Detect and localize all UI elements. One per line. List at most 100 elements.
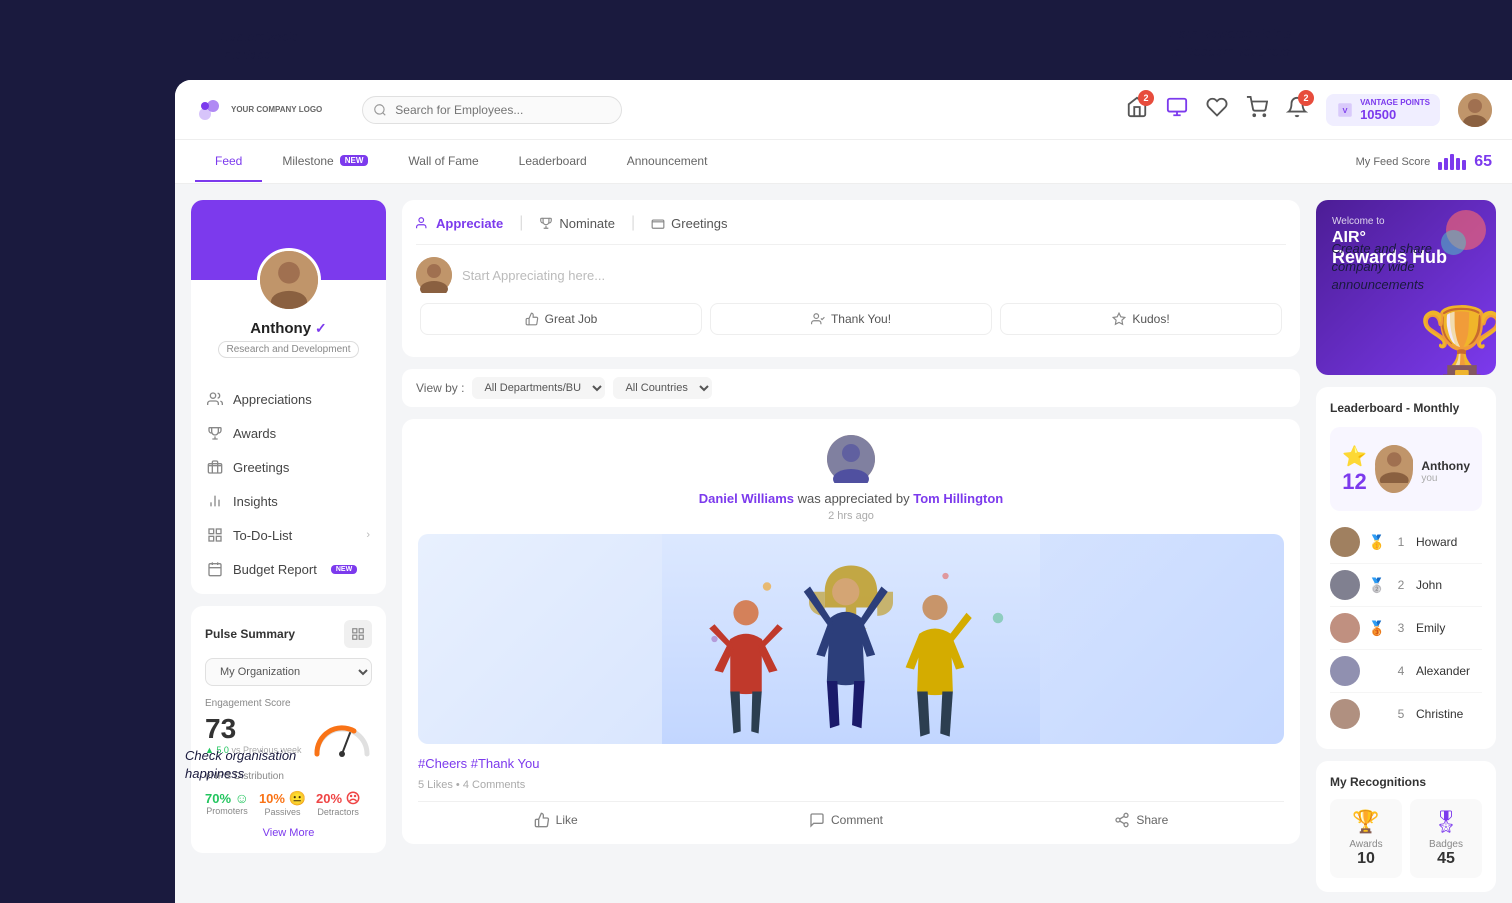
top-user-avatar: [1375, 445, 1413, 493]
pulse-icon-button[interactable]: [344, 620, 372, 648]
awards-recognition: 🏆 Awards 10: [1330, 799, 1402, 878]
heart-nav-button[interactable]: [1206, 96, 1228, 123]
engagement-row: 73 ▲ 5.0 vs Previous week: [205, 713, 372, 759]
bell-badge: 2: [1298, 90, 1314, 106]
engagement-score-value: 73: [205, 713, 301, 745]
milestone-label: Milestone: [282, 154, 333, 168]
subnav-feed[interactable]: Feed: [195, 142, 262, 182]
top-user-image: [1375, 445, 1413, 483]
leader-row-christine: 5 Christine: [1330, 693, 1482, 735]
insights-label: Insights: [233, 494, 278, 509]
budget-icon: [207, 561, 223, 577]
post-tom-link[interactable]: Tom Hillington: [913, 491, 1003, 506]
insights-icon: [207, 493, 223, 509]
vantage-value: 10500: [1360, 107, 1430, 122]
leaderboard-top-user: ⭐ 12 Anthony you: [1330, 427, 1482, 511]
search-input[interactable]: [362, 96, 622, 124]
bell-nav-button[interactable]: 2: [1286, 96, 1308, 123]
detractors-label: Detractors: [317, 807, 359, 817]
subnav-announcement[interactable]: Announcement: [607, 142, 728, 182]
appreciate-avatar-image: [416, 257, 452, 293]
country-filter-select[interactable]: All Countries: [613, 377, 712, 399]
leader-row-john: 🥈 2 John: [1330, 564, 1482, 607]
sidebar-item-insights[interactable]: Insights: [191, 484, 386, 518]
engagement-label: Engagement Score: [205, 698, 372, 709]
vantage-info: Vantage Points 10500: [1360, 98, 1430, 122]
monitor-nav-button[interactable]: [1166, 96, 1188, 123]
like-action-button[interactable]: Like: [534, 812, 578, 828]
home-nav-button[interactable]: 2: [1126, 96, 1148, 123]
profile-role: Research and Development: [218, 341, 360, 358]
tab-greetings[interactable]: Greetings: [651, 216, 727, 231]
subnav-wall-of-fame[interactable]: Wall of Fame: [388, 142, 498, 182]
annotation-customizable: CustomizableInterface: [220, 28, 299, 64]
top-user-you-label: you: [1421, 473, 1470, 484]
user-avatar-nav[interactable]: [1458, 93, 1492, 127]
gauge-chart: [312, 719, 372, 759]
post-likes: 5 Likes: [418, 779, 453, 791]
sidebar-item-awards[interactable]: Awards: [191, 416, 386, 450]
thumbs-up-icon: [525, 312, 539, 326]
org-select[interactable]: My Organization: [205, 658, 372, 686]
tab-nominate[interactable]: Nominate: [539, 216, 615, 231]
view-by-bar: View by : All Departments/BU All Countri…: [402, 369, 1300, 407]
logo-area: YOUR COMPANY LOGO: [195, 96, 322, 124]
promoters-percent: 70%: [205, 791, 231, 806]
sidebar-item-todo[interactable]: To-Do-List ›: [191, 518, 386, 552]
subnav-leaderboard[interactable]: Leaderboard: [499, 142, 607, 182]
leader-row-howard: 🥇 1 Howard: [1330, 521, 1482, 564]
score-bar-5: [1462, 160, 1466, 170]
nav-icons: 2: [1126, 93, 1492, 127]
post-header: Daniel Williams was appreciated by Tom H…: [418, 435, 1284, 522]
score-bar-1: [1438, 162, 1442, 170]
annotation-rewards: Earn Rewards Pointsto Redeem vouchers: [1170, 25, 1292, 61]
post-time: 2 hrs ago: [418, 510, 1284, 522]
john-name: John: [1416, 578, 1482, 592]
feed-score-label: My Feed Score: [1356, 156, 1431, 168]
profile-name: Anthony ✓: [250, 320, 327, 337]
sidebar-item-appreciations[interactable]: Appreciations: [191, 382, 386, 416]
enps-row: 70% ☺ Promoters 10% 😐 Passives: [205, 790, 372, 817]
appreciation-icon: [207, 391, 223, 407]
profile-avatar: [257, 248, 321, 312]
badges-recognition-value: 45: [1416, 850, 1476, 868]
subnav-milestone[interactable]: Milestone NEW: [262, 142, 388, 182]
quick-action-thank-you[interactable]: Thank You!: [710, 303, 992, 335]
nominate-tab-label: Nominate: [559, 216, 615, 231]
verified-icon: ✓: [315, 320, 327, 337]
cart-nav-button[interactable]: [1246, 96, 1268, 123]
promoters-value: 70% ☺: [205, 790, 249, 806]
quick-action-kudos[interactable]: Kudos!: [1000, 303, 1282, 335]
share-action-button[interactable]: Share: [1114, 812, 1168, 828]
vantage-points[interactable]: V Vantage Points 10500: [1326, 94, 1440, 126]
sidebar-item-budget[interactable]: Budget Report NEW: [191, 552, 386, 586]
profile-card: Anthony ✓ Research and Development Appr: [191, 200, 386, 594]
budget-new-badge: NEW: [331, 565, 357, 574]
appreciate-input[interactable]: Start Appreciating here...: [462, 268, 1286, 283]
badges-recognition-label: Badges: [1416, 839, 1476, 850]
post-daniel-link[interactable]: Daniel Williams: [699, 491, 794, 506]
quick-action-great-job[interactable]: Great Job: [420, 303, 702, 335]
like-label: Like: [556, 813, 578, 827]
view-more-button[interactable]: View More: [205, 827, 372, 839]
top-user-info: Anthony you: [1421, 455, 1470, 484]
howard-medal: 🥇: [1368, 534, 1386, 551]
svg-text:V: V: [1343, 106, 1348, 115]
engagement-score-area: 73 ▲ 5.0 vs Previous week: [205, 713, 301, 759]
right-panel: Welcome to AIR° Rewards Hub 🏆 Leaderboar…: [1316, 200, 1496, 887]
great-job-label: Great Job: [545, 312, 598, 326]
cart-icon: [1246, 96, 1268, 118]
budget-label: Budget Report: [233, 562, 317, 577]
comment-action-button[interactable]: Comment: [809, 812, 883, 828]
greetings-label: Greetings: [233, 460, 289, 475]
vantage-label: Vantage Points: [1360, 98, 1430, 107]
appreciate-input-row: Start Appreciating here...: [416, 257, 1286, 293]
sidebar-item-greetings[interactable]: Greetings: [191, 450, 386, 484]
top-user-medal: ⭐: [1342, 444, 1367, 469]
tab-appreciate[interactable]: Appreciate: [416, 216, 503, 231]
howard-avatar: [1330, 527, 1360, 557]
heart-icon: [1206, 96, 1228, 118]
dept-filter-select[interactable]: All Departments/BU: [472, 377, 605, 399]
user-avatar-image: [1458, 93, 1492, 127]
christine-name: Christine: [1416, 707, 1482, 721]
